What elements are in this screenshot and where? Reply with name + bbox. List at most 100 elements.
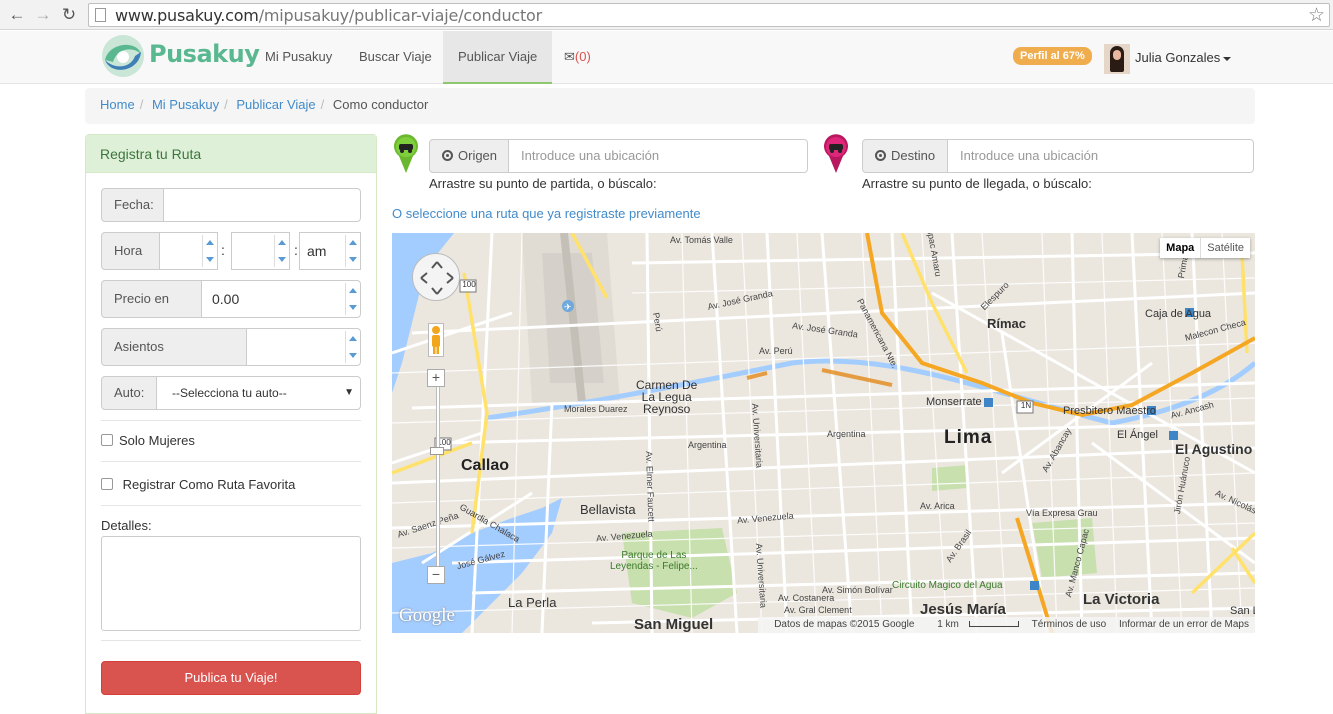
- map-label-av-tomas-valle: Av. Tomás Valle: [670, 235, 733, 245]
- solo-mujeres-label: Solo Mujeres: [119, 433, 195, 448]
- origin-group: Origen Introduce una ubicación: [429, 139, 808, 173]
- url-path: /mipusakuy/publicar-viaje/conductor: [258, 6, 543, 25]
- saved-route-link[interactable]: O seleccione una ruta que ya registraste…: [392, 206, 701, 221]
- hour-input[interactable]: [159, 232, 218, 270]
- panel-title: Registra tu Ruta: [86, 135, 376, 173]
- map-terms-link[interactable]: Términos de uso: [1032, 619, 1106, 630]
- envelope-icon: ✉: [564, 49, 575, 64]
- map-label-via-expresa: Vía Expresa Grau: [1026, 508, 1098, 518]
- user-menu[interactable]: Julia Gonzales: [1135, 50, 1232, 65]
- address-bar[interactable]: www.pusakuy.com/mipusakuy/publicar-viaje…: [88, 3, 1330, 27]
- breadcrumb-publicar-viaje[interactable]: Publicar Viaje: [236, 97, 315, 112]
- auto-label: Auto:: [101, 376, 157, 410]
- svg-text:✈: ✈: [564, 303, 572, 313]
- origin-input[interactable]: Introduce una ubicación: [508, 139, 808, 173]
- ampm-input[interactable]: am: [299, 232, 361, 270]
- precio-label: Precio en S/.:: [101, 280, 202, 342]
- route-form-panel: Registra tu Ruta Fecha: Hora : : : am Pr…: [85, 134, 377, 714]
- zoom-slider-track[interactable]: [436, 369, 440, 579]
- messages-count: (0): [574, 49, 591, 64]
- auto-select[interactable]: --Selecciona tu auto-- ▼: [156, 376, 361, 410]
- scale-label: 1 km: [937, 619, 959, 630]
- pan-control[interactable]: [412, 253, 460, 301]
- detalles-label: Detalles:: [101, 518, 152, 533]
- street-view-pegman-icon[interactable]: [428, 323, 444, 357]
- precio-input[interactable]: 0.00: [201, 280, 361, 318]
- brand-name: Pusakuy: [149, 40, 260, 68]
- destination-input[interactable]: Introduce una ubicación: [947, 139, 1254, 173]
- bookmark-star-icon[interactable]: ☆: [1308, 4, 1325, 27]
- fecha-input[interactable]: [163, 188, 361, 222]
- hora-field: Hora : : : am: [101, 232, 361, 294]
- map-report-error-link[interactable]: Informar de un error de Maps: [1119, 619, 1249, 630]
- asientos-field: Asientos Disponibles:: [101, 328, 361, 390]
- time-colon: :: [221, 242, 225, 258]
- precio-value: 0.00: [212, 291, 240, 307]
- scale-bar: [968, 621, 1019, 627]
- destination-pin-icon[interactable]: [822, 134, 850, 174]
- breadcrumb-separator: /: [320, 97, 325, 112]
- destination-button[interactable]: Destino: [862, 139, 948, 173]
- url-text[interactable]: www.pusakuy.com/mipusakuy/publicar-viaje…: [115, 6, 542, 25]
- precio-field: Precio en S/.: 0.00: [101, 280, 361, 342]
- divider: [101, 640, 361, 641]
- brand-logo[interactable]: Pusakuy: [99, 32, 260, 82]
- username: Julia Gonzales: [1135, 50, 1221, 65]
- map-label-carmen: Carmen De La Legua Reynoso: [636, 378, 698, 416]
- map-route-shield-1n: 1N: [1020, 401, 1032, 410]
- breadcrumb-separator: /: [139, 97, 144, 112]
- zoom-in-button[interactable]: +: [427, 369, 445, 387]
- map-label-lima: Lima: [944, 427, 993, 448]
- route-map[interactable]: ✈ Lima Callao Rímac Bellavista Carmen De…: [392, 233, 1255, 633]
- detalles-textarea[interactable]: [101, 536, 361, 631]
- breadcrumb-home[interactable]: Home: [100, 97, 135, 112]
- breadcrumb-mi-pusakuy[interactable]: Mi Pusakuy: [152, 97, 219, 112]
- origin-button[interactable]: Origen: [429, 139, 509, 173]
- minute-input[interactable]: [231, 232, 290, 270]
- map-label-bellavista: Bellavista: [580, 502, 636, 517]
- back-arrow-icon[interactable]: ←: [6, 4, 28, 26]
- ampm-spinner[interactable]: [345, 235, 358, 267]
- nav-publicar-viaje[interactable]: Publicar Viaje: [443, 31, 553, 84]
- map-label-jesus-maria: Jesús María: [920, 601, 1006, 618]
- map-label-rimac: Rímac: [987, 316, 1027, 331]
- nav-messages[interactable]: ✉(0): [549, 31, 606, 83]
- map-label-av-peru: Av. Perú: [759, 346, 793, 356]
- nav-buscar-viaje[interactable]: Buscar Viaje: [344, 31, 447, 83]
- map-label-la-perla: La Perla: [508, 595, 557, 610]
- minute-spinner[interactable]: [274, 235, 287, 267]
- ruta-favorita-row[interactable]: Registrar Como Ruta Favorita: [101, 477, 295, 492]
- map-label-av-gral-clement: Av. Gral Clement: [784, 605, 852, 615]
- breadcrumb-separator: /: [224, 97, 228, 112]
- forward-arrow-icon[interactable]: →: [32, 4, 54, 26]
- ruta-favorita-checkbox[interactable]: [101, 478, 113, 490]
- origin-label: Origen: [458, 148, 498, 163]
- hour-spinner[interactable]: [202, 235, 215, 267]
- solo-mujeres-row[interactable]: Solo Mujeres: [101, 433, 195, 448]
- logo-swirl-icon: [102, 35, 144, 77]
- divider: [101, 461, 361, 462]
- precio-spinner[interactable]: [345, 283, 358, 315]
- zoom-slider-thumb[interactable]: [430, 447, 444, 455]
- map-label-av-arica: Av. Arica: [920, 501, 955, 511]
- solo-mujeres-checkbox[interactable]: [101, 434, 113, 446]
- target-icon: [442, 150, 453, 161]
- origin-pin-icon[interactable]: [392, 134, 420, 174]
- map-label-morales-duarez: Morales Duarez: [564, 404, 628, 414]
- map-type-map-button[interactable]: Mapa: [1160, 238, 1202, 258]
- map-label-argentina-2: Argentina: [827, 429, 866, 439]
- url-host: www.pusakuy.com: [115, 6, 259, 25]
- profile-completion-badge[interactable]: Perfil al 67%: [1013, 47, 1092, 65]
- publish-button[interactable]: Publica tu Viaje!: [101, 661, 361, 695]
- asientos-input[interactable]: [246, 328, 361, 366]
- map-type-satellite-button[interactable]: Satélite: [1201, 238, 1250, 258]
- reload-icon[interactable]: ↻: [58, 4, 80, 26]
- asientos-spinner[interactable]: [345, 331, 358, 363]
- time-colon: :: [294, 242, 298, 258]
- divider: [101, 505, 361, 506]
- avatar[interactable]: [1104, 44, 1130, 74]
- nav-mi-pusakuy[interactable]: Mi Pusakuy: [250, 31, 347, 83]
- map-label-circuito: Circuito Magico del Agua: [892, 580, 1003, 591]
- zoom-out-button[interactable]: −: [427, 566, 445, 584]
- map-label-av-bolivar: Av. Simón Bolívar: [822, 585, 893, 595]
